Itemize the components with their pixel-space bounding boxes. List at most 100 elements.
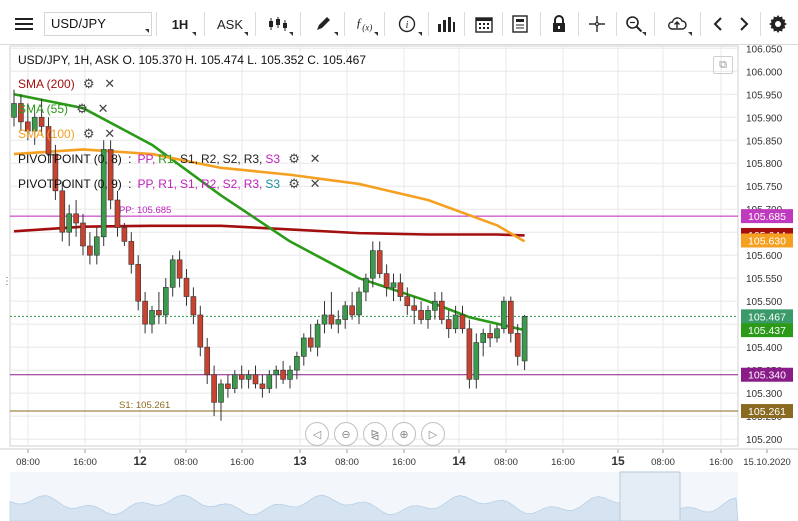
crosshair-icon [589, 16, 605, 32]
x-tick-label: 13 [293, 454, 307, 468]
timeframe-selector[interactable]: 1H [162, 10, 198, 38]
crosshair-button[interactable] [583, 10, 611, 38]
level-label: S1: 105.261 [119, 400, 170, 411]
pan-left-button[interactable]: ◁ [305, 422, 329, 446]
price-chart[interactable]: PP: 105.685 S1: 105.261 106.050 106.000 105… [0, 44, 798, 521]
price-tag: 105.340 [741, 367, 793, 382]
pivot-component-s3: S3 [265, 177, 281, 191]
candle-body [66, 213, 72, 233]
close-icon[interactable]: ✕ [103, 126, 117, 141]
candle-body [514, 333, 521, 357]
candle-body [232, 374, 238, 389]
scroll-left-button[interactable] [704, 10, 732, 38]
candle-body [494, 328, 500, 339]
info-button[interactable]: i [390, 10, 424, 38]
candle-body [259, 383, 266, 389]
pivot-components: PP, R1, S1, R2, S2, R3, S3 [134, 177, 280, 191]
triangle-left-icon: ◁ [312, 428, 322, 441]
candle [466, 319, 473, 389]
pivot-separator: : [124, 177, 132, 191]
gear-icon[interactable]: ⚙ [82, 76, 96, 91]
close-icon[interactable]: ✕ [308, 151, 322, 166]
pivot-component-r3: R3, [243, 152, 263, 166]
pivot-component-s3: S3 [265, 152, 281, 166]
volume-button[interactable] [432, 10, 460, 38]
candle-body [404, 296, 411, 307]
x-tick-label: 08:00 [651, 457, 675, 468]
drag-handle-icon: ⋮ [2, 276, 12, 287]
price-tag-text: 105.685 [748, 211, 786, 223]
chevron-down-icon [192, 32, 196, 36]
divider [204, 12, 205, 36]
y-tick-label: 105.550 [746, 274, 783, 285]
chart-navigation: ◁ ⊖ ⧎ ⊕ ▷ [305, 422, 445, 446]
ohlc-readout: USD/JPY, 1H, ASK O. 105.370 H. 105.474 L… [18, 53, 367, 67]
candle-body [176, 259, 183, 279]
candle-body [473, 342, 480, 380]
gear-icon[interactable]: ⚙ [82, 126, 96, 141]
share-button[interactable] [660, 10, 694, 38]
draw-tools-button[interactable] [306, 10, 340, 38]
divider [616, 12, 617, 36]
candle-body [225, 383, 231, 389]
candle-body [11, 103, 17, 118]
gear-icon[interactable]: ⚙ [287, 151, 301, 166]
candle-body [294, 356, 300, 371]
chart-type-button[interactable] [261, 10, 295, 38]
candle-body [163, 287, 169, 316]
menu-icon[interactable] [10, 10, 38, 38]
candle-body [376, 250, 383, 274]
candle-body [197, 314, 204, 348]
bar-chart-icon [438, 17, 455, 32]
chart-area[interactable]: PP: 105.685 S1: 105.261 106.050 106.000 105… [0, 44, 798, 521]
candle-body [190, 296, 197, 316]
pivot-component-r3: R3, [243, 177, 263, 191]
close-icon[interactable]: ✕ [96, 101, 110, 116]
close-icon[interactable]: ✕ [308, 176, 322, 191]
price-tag: 105.437 [741, 323, 793, 338]
x-tick-label: 16:00 [709, 457, 733, 468]
reset-icon: ⧎ [370, 428, 380, 441]
pivot-component-pp: PP, [137, 177, 156, 191]
zoom-in-icon: ⊕ [399, 428, 409, 441]
indicator-label: SMA (55) [18, 102, 69, 116]
price-tag-text: 105.340 [748, 370, 786, 382]
scroll-right-button[interactable] [730, 10, 758, 38]
candle-body [445, 319, 452, 330]
gear-icon[interactable]: ⚙ [287, 176, 301, 191]
pivot-label: PIVOTPOINT (0, 8) [18, 152, 122, 166]
candle-body [59, 190, 66, 233]
x-tick-label: 16:00 [230, 457, 254, 468]
pan-right-button[interactable]: ▷ [421, 422, 445, 446]
pivot-component-s1: S1, [179, 177, 198, 191]
y-tick-label: 105.200 [746, 435, 783, 446]
zoom-out-button[interactable]: ⊖ [334, 422, 358, 446]
divider [760, 12, 761, 36]
chevron-left-icon [713, 17, 722, 31]
lock-button[interactable] [545, 10, 573, 38]
zoom-button[interactable] [620, 10, 648, 38]
candle-body [156, 310, 162, 316]
cloud-upload-icon [668, 17, 687, 30]
divider [464, 12, 465, 36]
candle-body [321, 314, 328, 325]
candle-body [342, 305, 349, 320]
chevron-down-icon [289, 32, 293, 36]
close-icon[interactable]: ✕ [103, 76, 117, 91]
symbol-selector[interactable]: USD/JPY [44, 12, 152, 36]
candle-body [38, 116, 45, 127]
candle-body [183, 277, 190, 297]
y-tick-label: 105.300 [746, 389, 783, 400]
settings-button[interactable] [764, 10, 792, 38]
price-type-selector[interactable]: ASK [210, 10, 250, 38]
reset-view-button[interactable]: ⧎ [363, 422, 387, 446]
calendar-button[interactable] [470, 10, 498, 38]
popout-icon[interactable]: ⧉ [713, 56, 733, 74]
zoom-in-button[interactable]: ⊕ [392, 422, 416, 446]
pivot-components: PP, R1, S1, R2, S2, R3, S3 [134, 152, 280, 166]
indicators-button[interactable]: ƒ(x) [348, 10, 380, 38]
candle-body [521, 316, 528, 362]
candle-body [307, 337, 314, 348]
template-button[interactable] [506, 10, 534, 38]
gear-icon[interactable]: ⚙ [75, 101, 89, 116]
